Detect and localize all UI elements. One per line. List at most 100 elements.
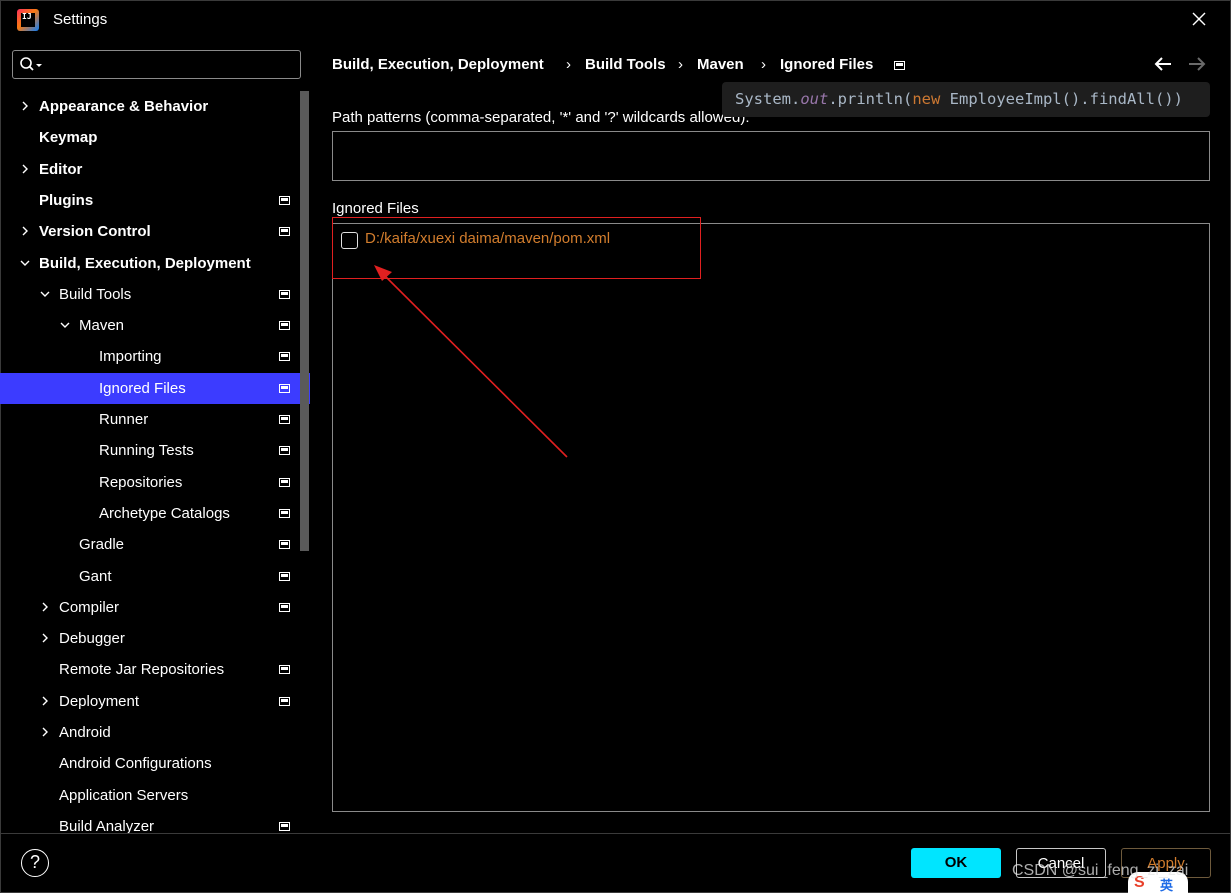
breadcrumb-item-build-execution-deployment: Build, Execution, Deployment [332,56,544,73]
sidebar-item-build-tools[interactable]: Build Tools [0,279,298,310]
sidebar-item-label: Application Servers [59,787,189,804]
chevron-right-icon[interactable] [40,696,50,706]
project-level-icon [279,665,290,674]
project-level-icon [279,509,290,518]
breadcrumb-item-ignored-files: Ignored Files [780,56,874,73]
sidebar-item-repositories[interactable]: Repositories [0,467,298,498]
breadcrumb-separator: › [678,56,683,73]
sidebar-item-maven[interactable]: Maven [0,310,298,341]
search-icon [20,57,42,71]
sidebar-item-application-servers[interactable]: Application Servers [0,780,298,811]
sidebar-item-android[interactable]: Android [0,717,298,748]
sidebar-item-label: Keymap [39,129,98,146]
sidebar-item-editor[interactable]: Editor [0,154,298,185]
project-level-icon [279,822,290,831]
sidebar-item-runner[interactable]: Runner [0,404,298,435]
chevron-right-icon[interactable] [20,226,30,236]
project-level-icon [279,384,290,393]
chevron-down-icon[interactable] [20,258,30,268]
sidebar-item-label: Editor [39,161,83,178]
sidebar-item-label: Running Tests [99,442,194,459]
sidebar-item-label: Plugins [39,192,94,209]
project-level-icon [279,196,290,205]
sidebar-item-label: Debugger [59,630,125,647]
sidebar-item-label: Build Analyzer [59,818,155,833]
project-level-icon [279,227,290,236]
back-arrow-icon[interactable] [1154,56,1172,72]
tooltip-text-out: out [800,90,829,108]
sidebar-item-label: Remote Jar Repositories [59,661,225,678]
code-tooltip: System.out.println(new EmployeeImpl().fi… [722,82,1210,117]
sidebar-item-archetype-catalogs[interactable]: Archetype Catalogs [0,498,298,529]
sidebar-item-label: Ignored Files [99,380,186,397]
close-icon[interactable] [1190,10,1208,28]
settings-search-input[interactable] [12,50,301,79]
ignored-files-label: Ignored Files [332,200,419,217]
sidebar-item-label: Android [59,724,111,741]
project-level-icon [279,603,290,612]
sidebar-item-label: Gradle [79,536,125,553]
ok-button[interactable]: OK [911,848,1001,878]
sidebar-item-label: Repositories [99,474,183,491]
sidebar-item-deployment[interactable]: Deployment [0,686,298,717]
sidebar-item-version-control[interactable]: Version Control [0,216,298,247]
sidebar-item-plugins[interactable]: Plugins [0,185,298,216]
annotation-arrow-icon [374,265,568,458]
chevron-down-icon[interactable] [60,320,70,330]
sidebar-item-appearance-behavior[interactable]: Appearance & Behavior [0,91,298,122]
project-level-icon [279,321,290,330]
tooltip-text-new: new [912,90,941,108]
sidebar-item-label: Archetype Catalogs [99,505,230,522]
sidebar-item-android-configurations[interactable]: Android Configurations [0,748,298,779]
chevron-right-icon[interactable] [20,101,30,111]
forward-arrow-icon[interactable] [1188,56,1206,72]
sidebar-item-label: Android Configurations [59,755,212,772]
help-button[interactable]: ? [21,849,49,877]
project-level-icon [279,572,290,581]
bottom-separator [0,833,1231,834]
chevron-right-icon[interactable] [40,727,50,737]
sidebar-item-build-analyzer[interactable]: Build Analyzer [0,811,298,833]
sidebar-item-keymap[interactable]: Keymap [0,122,298,153]
project-level-icon [894,61,905,70]
sidebar-item-debugger[interactable]: Debugger [0,623,298,654]
project-level-icon [279,478,290,487]
sidebar-item-running-tests[interactable]: Running Tests [0,435,298,466]
sidebar-item-label: Build, Execution, Deployment [39,255,251,272]
sidebar-item-label: Gant [79,568,112,585]
project-level-icon [279,697,290,706]
window-title: Settings [53,11,108,28]
chevron-right-icon[interactable] [40,633,50,643]
settings-tree[interactable]: Appearance & Behavior Keymap Editor Plugins… [0,91,310,833]
tooltip-text-println: .println( [828,90,913,108]
sidebar-item-gant[interactable]: Gant [0,561,298,592]
breadcrumb-separator: › [566,56,571,73]
sidebar-item-gradle[interactable]: Gradle [0,529,298,560]
chevron-down-icon[interactable] [40,289,50,299]
breadcrumb-item-maven: Maven [697,56,744,73]
tree-scrollbar[interactable] [300,91,309,551]
sidebar-item-remote-jar-repositories[interactable]: Remote Jar Repositories [0,654,298,685]
path-patterns-input[interactable] [332,131,1210,181]
sidebar-item-compiler[interactable]: Compiler [0,592,298,623]
sidebar-item-label: Version Control [39,223,151,240]
project-level-icon [279,352,290,361]
sidebar-item-label: Build Tools [59,286,132,303]
sidebar-item-label: Maven [79,317,125,334]
project-level-icon [279,415,290,424]
chevron-right-icon[interactable] [20,164,30,174]
sidebar-item-label: Appearance & Behavior [39,98,209,115]
intellij-idea-icon: IJ [17,9,39,31]
sidebar-item-build-execution-deployment[interactable]: Build, Execution, Deployment [0,248,298,279]
sidebar-item-label: Importing [99,348,162,365]
tooltip-text-call: EmployeeImpl().findAll()) [940,90,1183,108]
project-level-icon [279,446,290,455]
sidebar-item-ignored-files[interactable]: Ignored Files [0,373,310,404]
path-patterns-label: Path patterns (comma-separated, '*' and … [332,109,750,126]
project-level-icon [279,540,290,549]
chevron-right-icon[interactable] [40,602,50,612]
sidebar-item-label: Compiler [59,599,120,616]
sidebar-item-importing[interactable]: Importing [0,341,298,372]
sidebar-item-label: Runner [99,411,149,428]
project-level-icon [279,290,290,299]
